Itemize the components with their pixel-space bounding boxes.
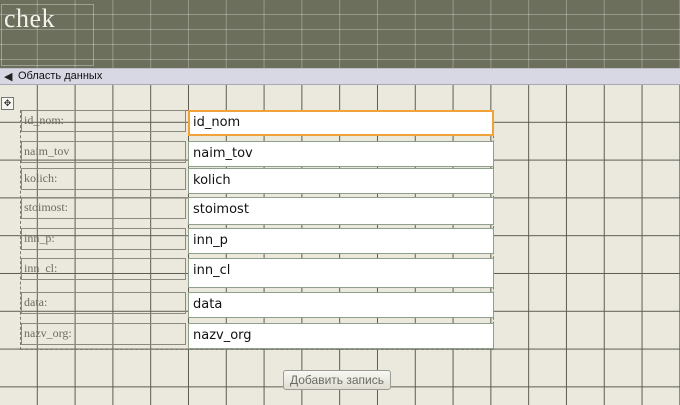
- field-inn-p[interactable]: inn_p: [188, 228, 494, 254]
- label-stoimost[interactable]: stoimost:: [21, 197, 186, 219]
- field-stoimost[interactable]: stoimost: [188, 197, 494, 225]
- label-data[interactable]: data:: [21, 292, 186, 314]
- section-bar-detail[interactable]: ◀ Область данных: [0, 68, 680, 85]
- section-label: Область данных: [18, 70, 103, 82]
- field-kolich[interactable]: kolich: [188, 168, 494, 194]
- label-naim-tov[interactable]: naim_tov: [21, 141, 186, 163]
- label-id-nom[interactable]: id_nom:: [21, 110, 186, 132]
- move-handle-icon[interactable]: ✥: [1, 97, 14, 110]
- section-arrow-icon: ◀: [4, 71, 13, 83]
- field-data[interactable]: data: [188, 292, 494, 318]
- label-nazv-org[interactable]: nazv_org:: [21, 323, 186, 345]
- form-header-section[interactable]: chek: [0, 0, 680, 68]
- add-record-button[interactable]: Добавить запись: [283, 370, 391, 390]
- label-inn-cl[interactable]: inn_cl:: [21, 258, 186, 280]
- label-kolich[interactable]: kolich:: [21, 168, 186, 190]
- field-id-nom[interactable]: id_nom: [188, 110, 494, 136]
- field-inn-cl[interactable]: inn_cl: [188, 258, 494, 288]
- field-nazv-org[interactable]: nazv_org: [188, 323, 494, 349]
- form-title[interactable]: chek: [4, 4, 55, 34]
- field-naim-tov[interactable]: naim_tov: [188, 141, 494, 167]
- label-inn-p[interactable]: inn_p:: [21, 228, 186, 250]
